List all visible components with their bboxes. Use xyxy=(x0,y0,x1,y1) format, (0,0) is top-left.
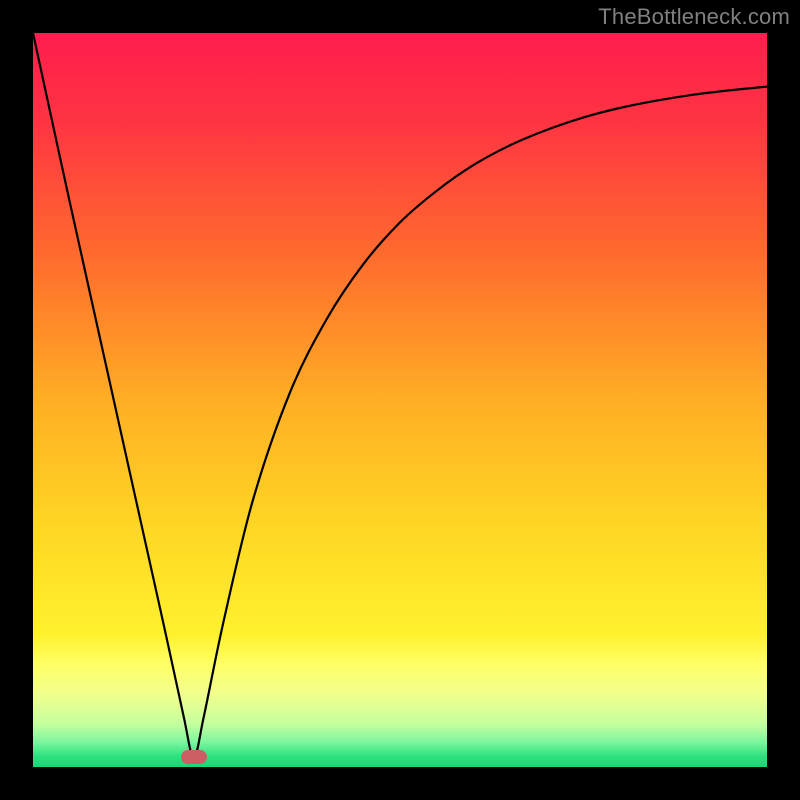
chart-frame: TheBottleneck.com xyxy=(0,0,800,800)
plot-area xyxy=(33,33,767,767)
watermark-text: TheBottleneck.com xyxy=(598,4,790,30)
bottleneck-curve xyxy=(33,33,767,767)
optimal-point-marker xyxy=(181,750,207,764)
